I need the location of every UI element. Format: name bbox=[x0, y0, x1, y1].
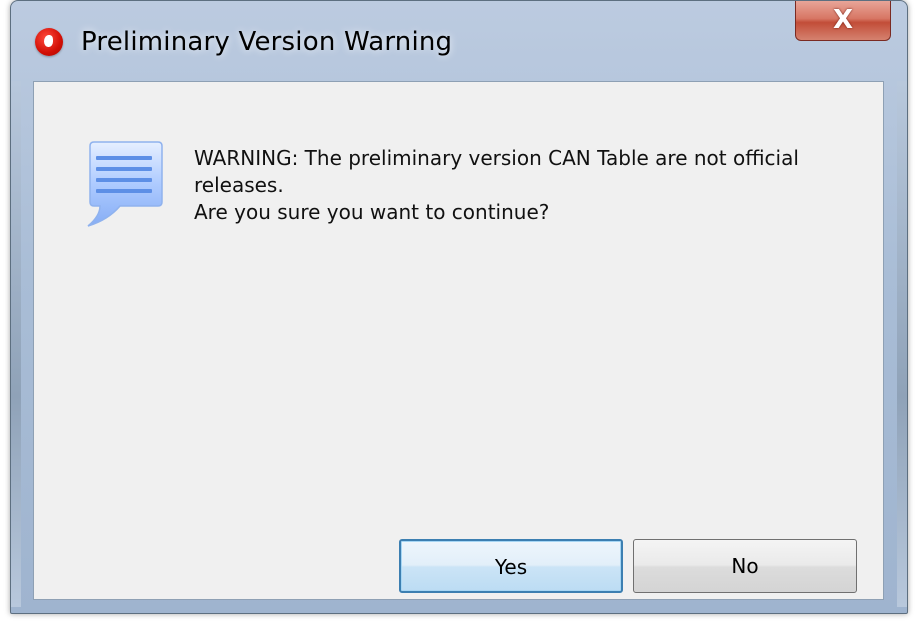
dialog-window: Preliminary Version Warning X WARNING: T… bbox=[10, 0, 908, 614]
window-title: Preliminary Version Warning bbox=[81, 27, 453, 57]
speech-bubble-icon bbox=[87, 141, 163, 227]
window-right-border bbox=[897, 81, 907, 607]
yes-button[interactable]: Yes bbox=[399, 539, 623, 593]
dialog-content: WARNING: The preliminary version CAN Tab… bbox=[33, 81, 884, 600]
warning-message: WARNING: The preliminary version CAN Tab… bbox=[194, 145, 864, 226]
close-button[interactable]: X bbox=[795, 1, 891, 41]
message-line: WARNING: The preliminary version CAN Tab… bbox=[194, 146, 799, 170]
vodafone-logo-icon bbox=[35, 28, 63, 56]
window-left-border bbox=[11, 81, 21, 607]
close-icon: X bbox=[832, 5, 854, 35]
message-line: releases. bbox=[194, 173, 284, 197]
no-button[interactable]: No bbox=[633, 539, 857, 593]
title-bar[interactable]: Preliminary Version Warning X bbox=[11, 1, 907, 81]
message-line: Are you sure you want to continue? bbox=[194, 200, 550, 224]
